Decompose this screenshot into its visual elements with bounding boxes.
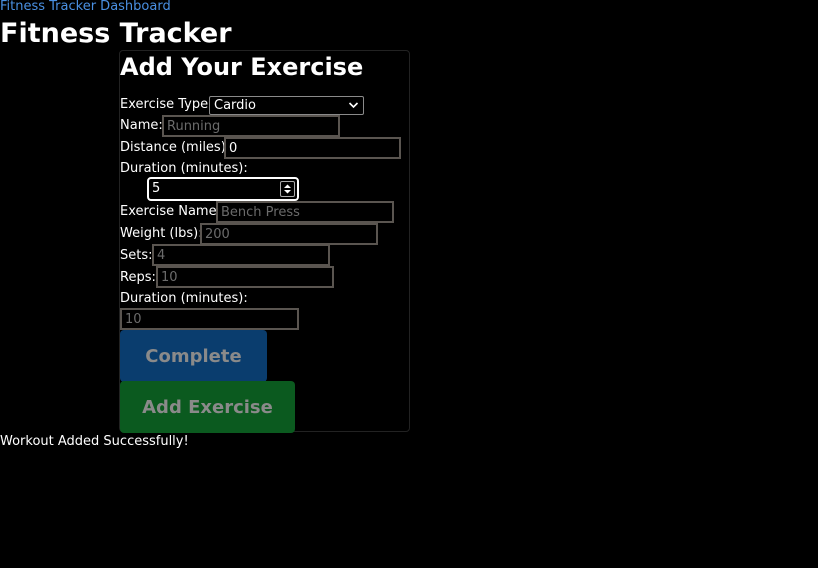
strength-duration-label: Duration (minutes): (120, 291, 248, 306)
exercise-type-select[interactable]: Cardio (209, 96, 364, 115)
sets-label: Sets: (120, 248, 153, 263)
chevron-down-icon (348, 97, 359, 119)
exercise-name-input[interactable] (216, 201, 394, 223)
sets-input[interactable] (152, 244, 330, 266)
app-title: Fitness Tracker (0, 18, 232, 49)
duration-label: Duration (minutes): (120, 161, 248, 176)
status-message: Workout Added Successfully! (0, 434, 189, 449)
exercise-type-value: Cardio (214, 98, 256, 113)
complete-button[interactable]: Complete (120, 330, 267, 382)
reps-label: Reps: (120, 270, 156, 285)
name-input[interactable] (162, 115, 340, 137)
duration-stepper[interactable]: 5 (147, 177, 299, 201)
exercise-type-label: Exercise Type: (120, 97, 213, 112)
name-label: Name: (120, 118, 163, 133)
exercise-form: Add Your Exercise Exercise Type: Cardio … (119, 50, 410, 433)
add-exercise-button[interactable]: Add Exercise (120, 381, 295, 433)
spinner-icon[interactable] (280, 181, 295, 197)
strength-duration-input[interactable] (120, 308, 299, 330)
dashboard-link[interactable]: Fitness Tracker Dashboard (0, 0, 171, 14)
form-title: Add Your Exercise (120, 53, 364, 81)
distance-input[interactable] (224, 137, 401, 159)
distance-label: Distance (miles): (120, 140, 231, 155)
weight-label: Weight (lbs): (120, 226, 203, 241)
weight-input[interactable] (200, 223, 378, 245)
exercise-name-label: Exercise Name: (120, 204, 221, 219)
duration-value: 5 (152, 181, 161, 196)
reps-input[interactable] (156, 266, 334, 288)
